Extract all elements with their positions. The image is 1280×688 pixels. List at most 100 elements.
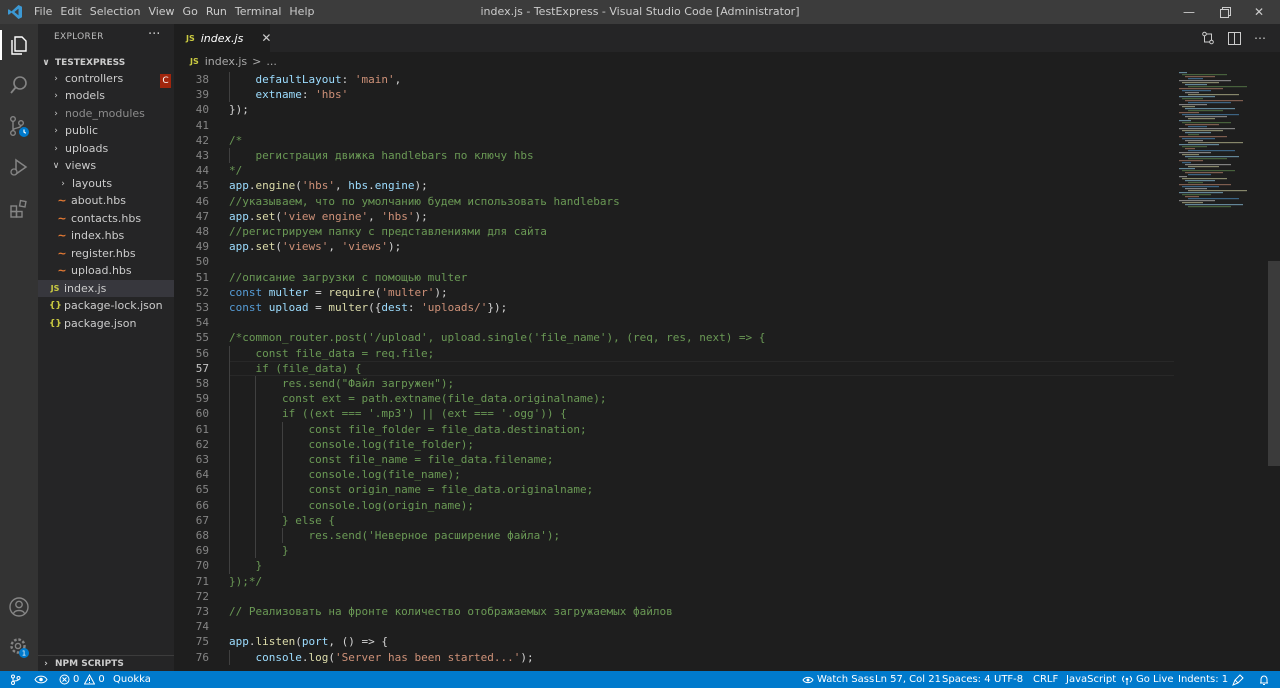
code-line[interactable]: 45 app.engine('hbs', hbs.engine); [174,178,1174,193]
folder-public[interactable]: › public [38,122,174,139]
more-actions-button[interactable]: ··· [148,27,160,42]
file-index-js[interactable]: JS index.js [38,280,174,297]
code-line[interactable]: 50 [174,254,1174,269]
folder-node-modules[interactable]: › node_modules [38,105,174,122]
file-index-hbs[interactable]: ∼ index.hbs [38,227,174,244]
code-line[interactable]: 51 //описание загрузки с помощью multer [174,270,1174,285]
code-line[interactable]: 55 /*common_router.post('/upload', upload… [174,330,1174,345]
code-line[interactable]: 38 defaultLayout: 'main', [174,72,1174,87]
code-line[interactable]: 47 app.set('view engine', 'hbs'); [174,209,1174,224]
code-line[interactable]: 68 res.send('Неверное расширение файла')… [174,528,1174,543]
code-line[interactable]: 71});*/ [174,574,1174,589]
code-line[interactable]: 39 extname: 'hbs' [174,87,1174,102]
code-line[interactable]: 40}); [174,102,1174,117]
code-line[interactable]: 70 } [174,558,1174,573]
code-line[interactable]: 76 console.log('Server has been started.… [174,650,1174,665]
code-line[interactable]: 69 } [174,543,1174,558]
code-line[interactable]: 43 регистрация движка handlebars по ключ… [174,148,1174,163]
explorer-button[interactable] [0,26,38,64]
menu-edit[interactable]: Edit [56,0,85,24]
tab-index-js[interactable]: JS index.js ✕ [174,24,271,52]
folder-controllers[interactable]: › controllers [38,70,174,87]
run-debug-button[interactable] [0,148,38,186]
file-register-hbs[interactable]: ∼ register.hbs [38,245,174,262]
code-line[interactable]: 64 console.log(file_name); [174,467,1174,482]
code-line[interactable]: 48 //регистрируем папку с представлениями… [174,224,1174,239]
chevron-right-icon: › [54,73,58,84]
folder-views[interactable]: ∨ views [38,157,174,174]
code-line[interactable]: 58 res.send("Файл загружен"); [174,376,1174,391]
code-line[interactable]: 46 //указываем, что по умолчанию будем ис… [174,194,1174,209]
breadcrumb-symbol[interactable]: ... [266,55,277,68]
indentation-spaces[interactable]: Spaces: 4 [942,671,991,688]
code-line[interactable]: 61 const file_folder = file_data.destina… [174,422,1174,437]
close-tab-icon[interactable]: ✕ [261,31,271,45]
code-line[interactable]: 56 const file_data = req.file; [174,346,1174,361]
watch-sass-button[interactable]: Watch Sass [802,671,874,688]
file-package-json[interactable]: {} package.json [38,315,174,332]
source-control-button[interactable] [0,108,38,146]
folder-uploads[interactable]: › uploads [38,140,174,157]
menu-terminal[interactable]: Terminal [231,0,286,24]
restore-button[interactable] [1208,0,1242,24]
file-package-lock-json[interactable]: {} package-lock.json [38,297,174,314]
file-about-hbs[interactable]: ∼ about.hbs [38,192,174,209]
code-line[interactable]: 53 const upload = multer({dest: 'uploads/… [174,300,1174,315]
code-editor[interactable]: 38 defaultLayout: 'main', 39 extname: 'hb… [174,72,1174,671]
encoding[interactable]: UTF-8 [994,671,1023,688]
code-line[interactable]: 60 if ((ext === '.mp3') || (ext === '.og… [174,406,1174,421]
code-line[interactable]: 44 */ [174,163,1174,178]
live-share-button[interactable] [34,671,48,688]
file-contacts-hbs[interactable]: ∼ contacts.hbs [38,210,174,227]
cursor-position[interactable]: Ln 57, Col 21 [875,671,941,688]
search-button[interactable] [0,66,38,104]
npm-scripts-section[interactable]: › NPM SCRIPTS [38,655,174,672]
code-line[interactable]: 65 const origin_name = file_data.origina… [174,482,1174,497]
code-line[interactable]: 73 // Реализовать на фронте количество от… [174,604,1174,619]
menu-help[interactable]: Help [285,0,318,24]
menu-file[interactable]: File [30,0,56,24]
code-line[interactable]: 57 if (file_data) { [174,360,1174,376]
menu-go[interactable]: Go [179,0,202,24]
code-line[interactable]: 72 [174,589,1174,604]
end-of-line[interactable]: CRLF [1033,671,1058,688]
quokka-button[interactable]: Quokka [113,671,151,688]
code-line[interactable]: 63 const file_name = file_data.filename; [174,452,1174,467]
more-editor-actions-button[interactable]: ⋯ [1252,30,1268,46]
problems-button[interactable]: 0 0 [59,671,105,688]
language-mode[interactable]: JavaScript [1066,671,1116,688]
code-line[interactable]: 52 const multer = require('multer'); [174,285,1174,300]
split-editor-button[interactable] [1226,30,1242,46]
menu-view[interactable]: View [144,0,178,24]
remote-button[interactable] [10,671,21,688]
code-line[interactable]: 49 app.set('views', 'views'); [174,239,1174,254]
code-line[interactable]: 41 [174,118,1174,133]
scrollbar-thumb[interactable] [1268,261,1280,466]
file-upload-hbs[interactable]: ∼ upload.hbs [38,262,174,279]
breadcrumb-file[interactable]: index.js [205,55,247,68]
notifications-button[interactable] [1258,671,1270,688]
minimap[interactable] [1174,70,1268,671]
menu-run[interactable]: Run [202,0,231,24]
accounts-button[interactable] [0,588,38,626]
manage-button[interactable]: 1 [0,628,38,666]
close-window-button[interactable]: ✕ [1242,0,1276,24]
go-live-button[interactable]: Go Live [1121,671,1173,688]
compare-changes-button[interactable] [1200,30,1216,46]
folder-layouts[interactable]: › layouts [38,175,174,192]
minimize-button[interactable]: — [1172,0,1206,24]
extensions-button[interactable] [0,190,38,228]
indents-indicator[interactable]: Indents: 1 [1178,671,1228,688]
code-line[interactable]: 62 console.log(file_folder); [174,437,1174,452]
code-line[interactable]: 66 console.log(origin_name); [174,498,1174,513]
code-line[interactable]: 75 app.listen(port, () => { [174,634,1174,649]
folder-models[interactable]: › models [38,87,174,104]
code-line[interactable]: 67 } else { [174,513,1174,528]
vertical-scrollbar[interactable] [1268,70,1280,671]
menu-selection[interactable]: Selection [86,0,145,24]
feedback-button[interactable] [1232,671,1244,688]
code-line[interactable]: 42 /* [174,133,1174,148]
code-line[interactable]: 59 const ext = path.extname(file_data.or… [174,391,1174,406]
code-line[interactable]: 54 [174,315,1174,330]
code-line[interactable]: 74 [174,619,1174,634]
